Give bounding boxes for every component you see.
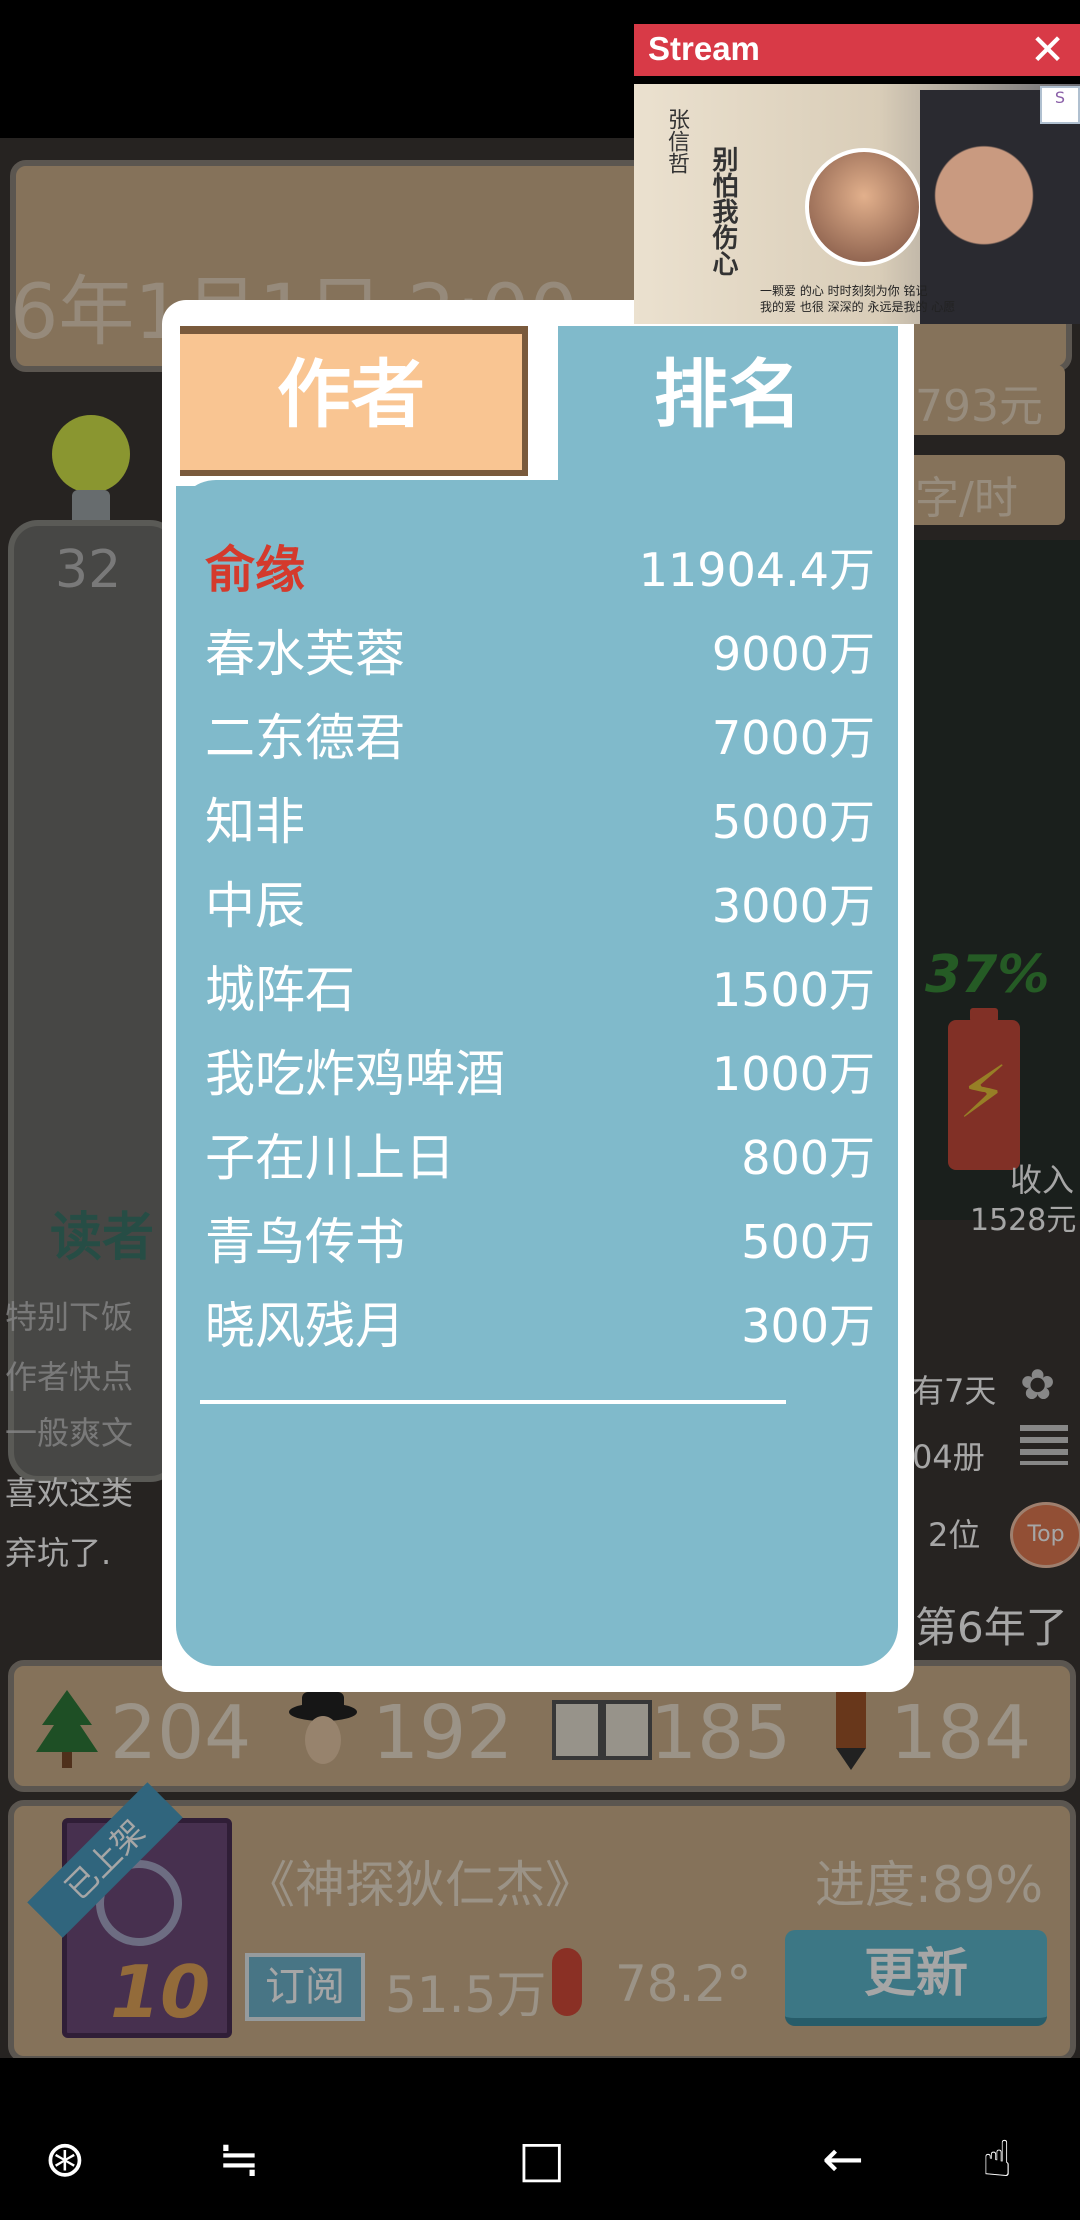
- ranking-value: 500万: [741, 1215, 875, 1269]
- ranking-value: 800万: [741, 1131, 875, 1185]
- home-icon[interactable]: □: [518, 2130, 565, 2188]
- recents-icon[interactable]: ≒: [218, 2130, 260, 2188]
- ranking-value: 300万: [741, 1299, 875, 1353]
- ranking-value: 5000万: [711, 795, 875, 849]
- ranking-name: 中辰: [205, 877, 305, 935]
- touch-icon[interactable]: ☝: [982, 2130, 1012, 2188]
- singer-photo: [920, 90, 1080, 324]
- ranking-name: 我吃炸鸡啤酒: [205, 1045, 505, 1103]
- close-icon[interactable]: ✕: [1030, 26, 1065, 74]
- tab-rank-label: 排名: [654, 352, 802, 438]
- ranking-value: 1000万: [711, 1047, 875, 1101]
- ranking-name: 知非: [205, 793, 305, 851]
- game-tools-icon[interactable]: ⊛: [44, 2130, 86, 2188]
- poster-artist: 张信哲: [664, 108, 689, 174]
- ranking-value: 7000万: [711, 711, 875, 765]
- list-divider: [200, 1400, 786, 1404]
- ranking-name: 晓风残月: [205, 1297, 405, 1355]
- ranking-value: 9000万: [711, 627, 875, 681]
- ranking-value: 1500万: [711, 963, 875, 1017]
- ranking-value: 3000万: [711, 879, 875, 933]
- ranking-name: 春水芙蓉: [205, 625, 405, 683]
- poster-song: 别怕我伤心: [708, 146, 738, 276]
- ranking-name: 子在川上日: [205, 1129, 455, 1187]
- ranking-name: 青鸟传书: [205, 1213, 405, 1271]
- ranking-name: 二东德君: [205, 709, 405, 767]
- ranking-name: 城阵石: [205, 961, 355, 1019]
- logo-icon: S: [1040, 86, 1080, 124]
- poster-caption: 一颗爱 的心 时时刻刻为你 铭记: [760, 284, 928, 298]
- ranking-name: 俞缘: [205, 541, 305, 599]
- tab-author-label: 作者: [277, 352, 425, 438]
- stream-title: Stream: [648, 30, 760, 67]
- singer-portrait: [805, 148, 923, 266]
- ranking-value: 11904.4万: [638, 543, 875, 597]
- back-icon[interactable]: ←: [822, 2130, 864, 2188]
- poster-caption: 我的爱 也很 深深的 永远是我的 心愿: [760, 300, 956, 314]
